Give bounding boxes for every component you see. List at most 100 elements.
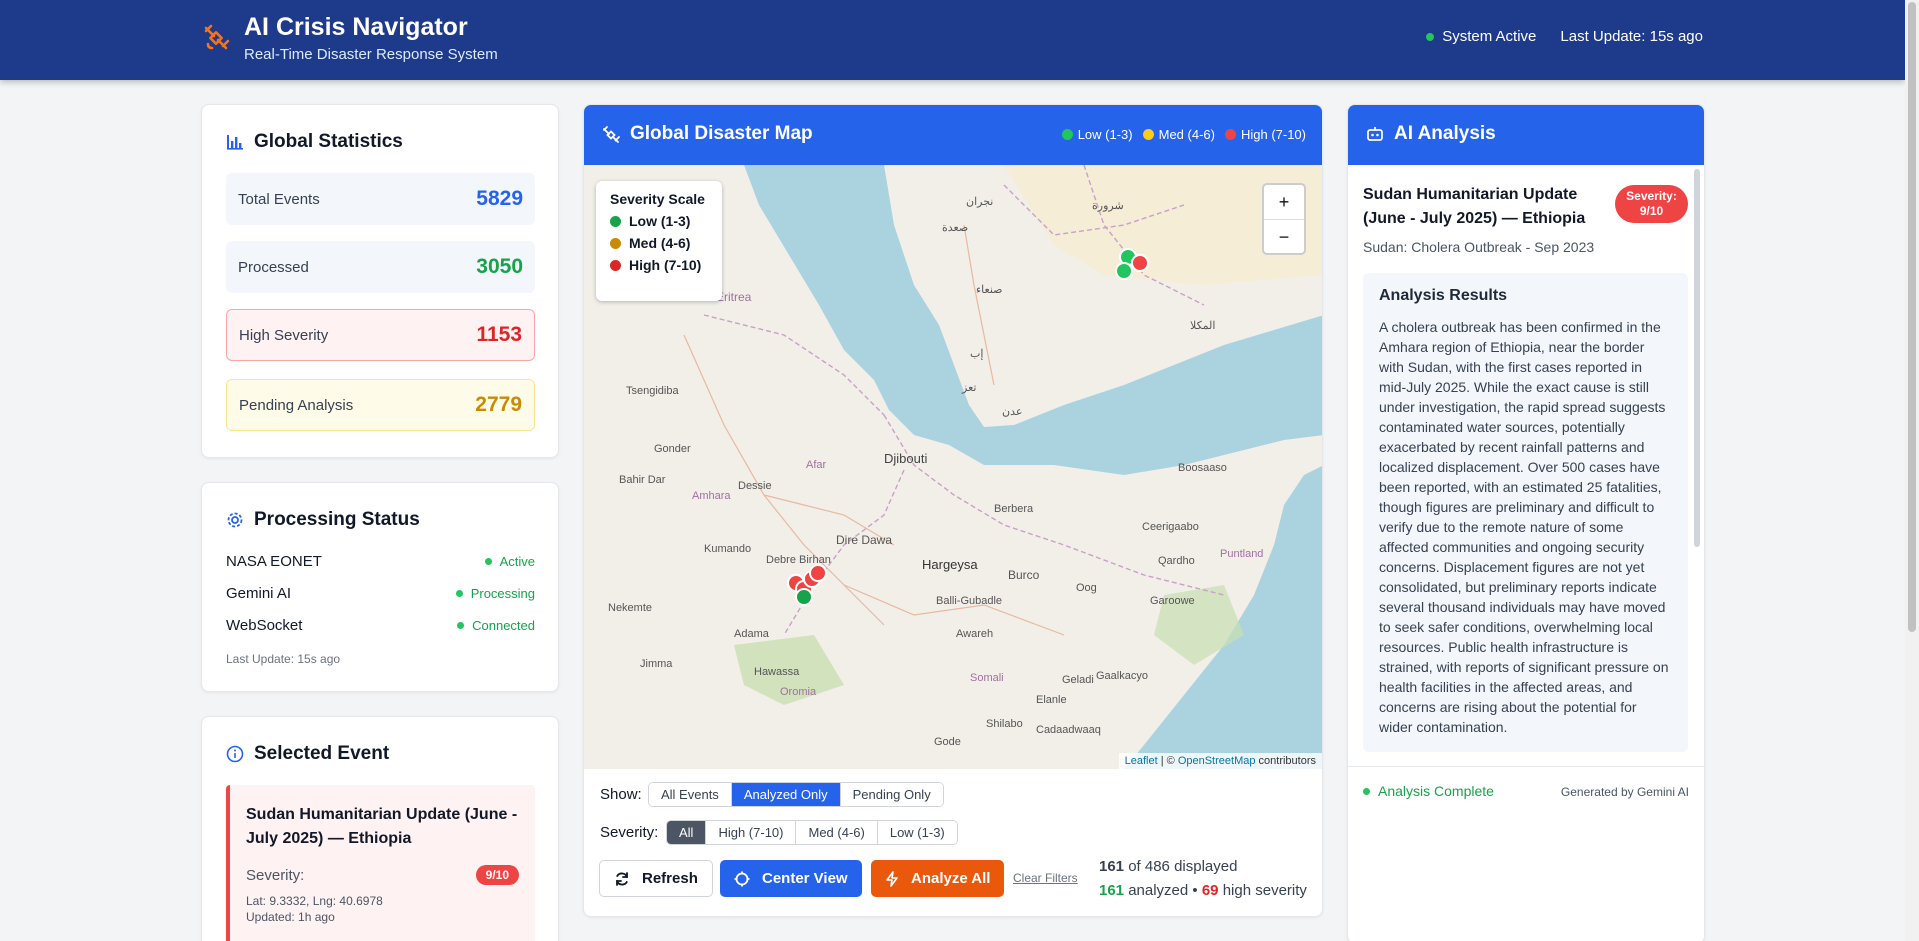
svg-text:Berbera: Berbera	[994, 503, 1034, 515]
osm-link[interactable]: OpenStreetMap	[1178, 755, 1256, 767]
severity-med[interactable]: Med (4-6)	[795, 821, 877, 844]
severity-badge: 9/10	[475, 865, 519, 885]
selected-event-details[interactable]: Sudan Humanitarian Update (June - July 2…	[226, 785, 535, 941]
svg-text:Debre Birhan: Debre Birhan	[766, 554, 831, 566]
map-canvas[interactable]: Eritrea Djibouti Hargeysa Berbera Burco …	[584, 165, 1322, 769]
page-scrollbar[interactable]	[1905, 0, 1919, 941]
ai-analysis-card: AI Analysis Sudan Humanitarian Update (J…	[1347, 104, 1705, 941]
status-row-nasa: NASA EONET Active	[226, 553, 535, 570]
svg-text:Puntland: Puntland	[1220, 548, 1263, 560]
global-statistics-card: Global Statistics Total Events 5829 Proc…	[201, 104, 559, 458]
svg-text:Tsengidiba: Tsengidiba	[626, 385, 679, 397]
svg-text:عدن: عدن	[1002, 406, 1022, 418]
legend-high: High (7-10)	[1224, 127, 1306, 142]
zoom-in-button[interactable]: +	[1264, 185, 1304, 219]
svg-text:Hargeysa: Hargeysa	[922, 557, 978, 572]
filter-analyzed-only[interactable]: Analyzed Only	[730, 783, 840, 806]
svg-text:Hawassa: Hawassa	[754, 666, 800, 678]
svg-text:Oog: Oog	[1076, 582, 1097, 594]
selected-event-name: Sudan Humanitarian Update (June - July 2…	[246, 806, 518, 847]
center-view-button[interactable]: Center View	[720, 860, 862, 897]
ai-panel-scrollbar[interactable]	[1694, 169, 1700, 547]
scale-low: Low (1-3)	[610, 213, 708, 229]
svg-text:صنعاء: صنعاء	[976, 284, 1003, 296]
severity-scale-title: Severity Scale	[610, 191, 705, 207]
refresh-button[interactable]: Refresh	[599, 860, 713, 897]
processing-status-card: Processing Status NASA EONET Active Gemi…	[201, 482, 559, 692]
header-status: System Active Last Update: 15s ago	[1426, 28, 1703, 45]
status-dot-icon	[455, 590, 463, 597]
system-status: System Active	[1442, 28, 1537, 45]
svg-text:Dire Dawa: Dire Dawa	[836, 533, 892, 547]
svg-text:تعز: تعز	[961, 382, 976, 394]
filter-summary: 161 of 486 displayed 161 analyzed • 69 h…	[1099, 858, 1307, 899]
map-header: Global Disaster Map Low (1-3) Med (4-6) …	[584, 105, 1322, 165]
legend-med: Med (4-6)	[1142, 127, 1215, 142]
clear-filters-link[interactable]: Clear Filters	[1013, 871, 1078, 885]
scale-high: High (7-10)	[610, 257, 708, 273]
svg-text:Djibouti: Djibouti	[884, 451, 927, 466]
severity-all[interactable]: All	[667, 821, 706, 844]
satellite-logo-icon	[204, 24, 230, 50]
svg-text:Afar: Afar	[806, 459, 827, 471]
svg-text:Balli-Gubadle: Balli-Gubadle	[936, 595, 1002, 607]
ai-footer-divider	[1348, 766, 1704, 767]
svg-text:Shilabo: Shilabo	[986, 718, 1023, 730]
event-coordinates: Lat: 9.3332, Lng: 40.6978	[246, 894, 383, 908]
svg-text:Awareh: Awareh	[956, 628, 993, 640]
svg-text:Garoowe: Garoowe	[1150, 595, 1195, 607]
analysis-complete-status: Analysis Complete	[1363, 783, 1494, 799]
show-filter-group: All Events Analyzed Only Pending Only	[648, 782, 944, 807]
leaflet-link[interactable]: Leaflet	[1125, 755, 1158, 767]
svg-text:Amhara: Amhara	[692, 490, 731, 502]
zoom-control: + −	[1262, 183, 1306, 255]
svg-text:Adama: Adama	[734, 628, 770, 640]
analyze-all-button[interactable]: Analyze All	[871, 860, 1005, 897]
analysis-results[interactable]: Analysis Results A cholera outbreak has …	[1363, 273, 1688, 752]
info-icon	[226, 745, 244, 763]
robot-icon	[1367, 127, 1383, 141]
svg-text:Ceerigaabo: Ceerigaabo	[1142, 521, 1199, 533]
svg-text:Bahir Dar: Bahir Dar	[619, 474, 666, 486]
ai-event-title: Sudan Humanitarian Update (June - July 2…	[1363, 186, 1586, 227]
status-dot-icon	[457, 622, 465, 629]
stat-processed: Processed 3050	[226, 241, 535, 293]
svg-text:Boosaaso: Boosaaso	[1178, 462, 1227, 474]
severity-scale-legend: Severity Scale Low (1-3) Med (4-6) High …	[596, 181, 722, 301]
stat-pending-value: 2779	[475, 393, 522, 416]
status-dot-icon	[484, 558, 492, 565]
map-attribution: Leaflet | © OpenStreetMap contributors	[1118, 753, 1322, 769]
scale-med: Med (4-6)	[610, 235, 708, 251]
severity-low[interactable]: Low (1-3)	[876, 821, 957, 844]
svg-text:Qardho: Qardho	[1158, 555, 1195, 567]
svg-text:Elanle: Elanle	[1036, 694, 1067, 706]
svg-text:نجران: نجران	[966, 196, 993, 208]
svg-text:Geladi: Geladi	[1062, 674, 1094, 686]
processing-status-title: Processing Status	[226, 509, 420, 531]
gear-icon	[227, 512, 243, 528]
app-subtitle: Real-Time Disaster Response System	[244, 46, 498, 63]
status-row-gemini: Gemini AI Processing	[226, 585, 535, 602]
severity-high[interactable]: High (7-10)	[705, 821, 796, 844]
svg-text:Jimma: Jimma	[640, 658, 673, 670]
selected-event-title: Selected Event	[226, 743, 389, 765]
selected-event-card: Selected Event Sudan Humanitarian Update…	[201, 716, 559, 941]
svg-text:Kumando: Kumando	[704, 543, 751, 555]
svg-text:Burco: Burco	[1008, 568, 1040, 582]
filter-pending-only[interactable]: Pending Only	[839, 783, 943, 806]
ai-analysis-title: AI Analysis	[1366, 123, 1496, 145]
app-header: AI Crisis Navigator Real-Time Disaster R…	[0, 0, 1905, 80]
status-row-websocket: WebSocket Connected	[226, 617, 535, 634]
stat-high-severity: High Severity 1153	[226, 309, 535, 361]
svg-text:صعدة: صعدة	[942, 222, 968, 234]
refresh-icon	[616, 871, 628, 886]
filter-all-events[interactable]: All Events	[649, 783, 731, 806]
svg-text:Gaalkacyo: Gaalkacyo	[1096, 670, 1148, 682]
zoom-out-button[interactable]: −	[1264, 219, 1304, 253]
svg-text:Gode: Gode	[934, 736, 961, 748]
bar-chart-icon	[227, 135, 243, 150]
svg-text:Gonder: Gonder	[654, 443, 691, 455]
header-last-update: Last Update: 15s ago	[1560, 28, 1703, 45]
svg-text:Dessie: Dessie	[738, 480, 772, 492]
stat-total-events-value: 5829	[476, 187, 523, 210]
